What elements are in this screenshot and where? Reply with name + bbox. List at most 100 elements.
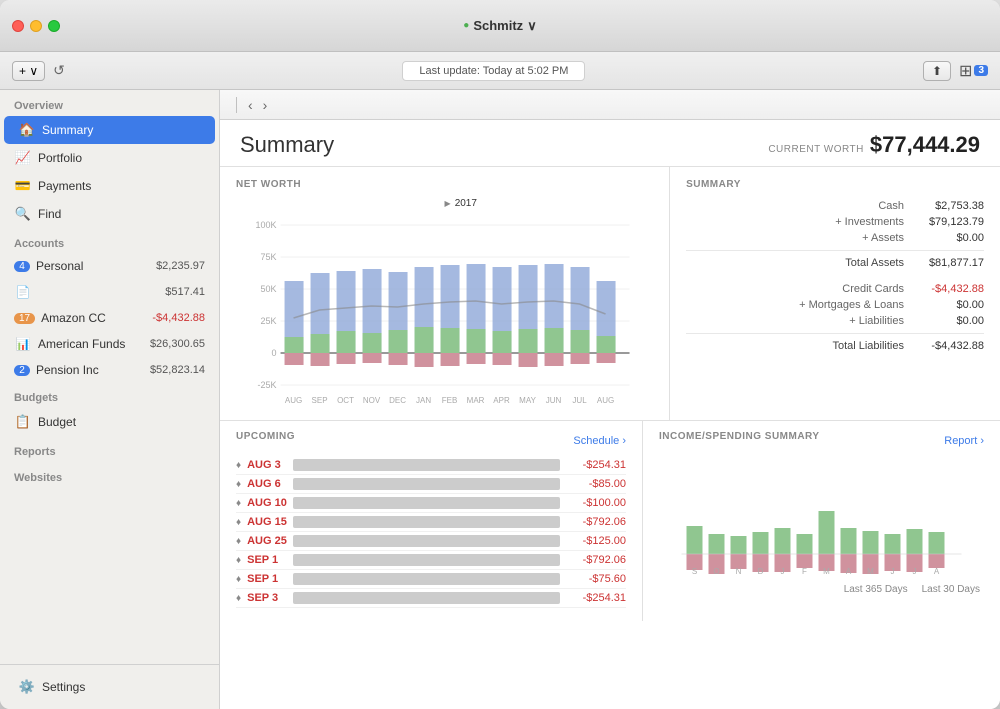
upcoming-row-2: ♦ AUG 6 ████████████████ -$85.00: [236, 475, 626, 494]
upcoming-arrow-icon-7: ♦: [236, 574, 241, 585]
summary-row-mortgages: + Mortgages & Loans $0.00: [686, 297, 984, 313]
svg-text:O: O: [713, 567, 719, 576]
pension-badge: 2: [14, 365, 30, 376]
settings-label: Settings: [42, 680, 201, 694]
upcoming-arrow-icon-3: ♦: [236, 498, 241, 509]
income-chart-svg: S O N D: [659, 456, 984, 576]
payments-icon: 💳: [14, 177, 32, 195]
upcoming-amount-7: -$75.60: [566, 573, 626, 585]
total-assets-value: $81,877.17: [904, 257, 984, 269]
upcoming-date-5: AUG 25: [247, 535, 287, 547]
upcoming-arrow-icon-4: ♦: [236, 517, 241, 528]
upcoming-panel: UPCOMING Schedule › ♦ AUG 3 ████████████…: [220, 421, 643, 621]
svg-text:NOV: NOV: [363, 396, 381, 405]
upcoming-arrow-icon-6: ♦: [236, 555, 241, 566]
american-funds-value: $26,300.65: [150, 338, 205, 350]
upcoming-amount-8: -$254.31: [566, 592, 626, 604]
sidebar-item-unknown[interactable]: 📄 $517.41: [0, 278, 219, 306]
upcoming-date-2: AUG 6: [247, 478, 287, 490]
upcoming-desc-4: ████████████: [293, 516, 560, 528]
sidebar-item-budget[interactable]: 📋 Budget: [0, 408, 219, 436]
budget-label: Budget: [38, 415, 205, 429]
assets-label: + Assets: [686, 232, 904, 244]
app-title[interactable]: ● Schmitz ∨: [463, 18, 536, 34]
last-365-btn[interactable]: Last 365 Days: [840, 583, 912, 596]
upcoming-arrow-icon-8: ♦: [236, 593, 241, 604]
summary-table: Cash $2,753.38 + Investments $79,123.79 …: [686, 198, 984, 354]
summary-panel: SUMMARY Cash $2,753.38 + Investments $79…: [670, 167, 1000, 420]
upcoming-row-4: ♦ AUG 15 ████████████ -$792.06: [236, 513, 626, 532]
maximize-button[interactable]: [48, 20, 60, 32]
last-update-text: Last update: Today at 5:02 PM: [419, 65, 568, 77]
svg-text:S: S: [692, 567, 697, 576]
budget-icon: 📋: [14, 413, 32, 431]
content-area: ‹ › Summary CURRENT WORTH $77,444.29: [220, 90, 1000, 709]
app-name-label: Schmitz: [473, 18, 523, 33]
mortgages-label: + Mortgages & Loans: [686, 299, 904, 311]
sidebar-item-portfolio[interactable]: 📈 Portfolio: [0, 144, 219, 172]
upcoming-arrow-icon-2: ♦: [236, 479, 241, 490]
net-worth-panel: NET WORTH 2017 100K 75K 50K 25K: [220, 167, 670, 420]
upcoming-amount-3: -$100.00: [566, 497, 626, 509]
upcoming-row-5: ♦ AUG 25 ████████████████████████████ -$…: [236, 532, 626, 551]
svg-text:AUG: AUG: [597, 396, 614, 405]
refresh-button[interactable]: ↺: [53, 62, 65, 79]
svg-text:M: M: [823, 567, 830, 576]
sidebar-item-pension[interactable]: 2 Pension Inc $52,823.14: [0, 358, 219, 382]
sidebar-item-american-funds[interactable]: 📊 American Funds $26,300.65: [0, 330, 219, 358]
close-button[interactable]: [12, 20, 24, 32]
find-icon: 🔍: [14, 205, 32, 223]
add-button[interactable]: + ∨: [12, 61, 45, 81]
net-worth-chart: 2017 100K 75K 50K 25K 0 -25K: [236, 198, 653, 408]
sidebar-bottom: ⚙️ Settings: [0, 664, 219, 709]
sidebar-item-amazon[interactable]: 17 Amazon CC -$4,432.88: [0, 306, 219, 330]
traffic-lights: [12, 20, 60, 32]
svg-text:FEB: FEB: [442, 396, 458, 405]
summary-row-credit: Credit Cards -$4,432.88: [686, 281, 984, 297]
content-toolbar: ‹ ›: [220, 90, 1000, 120]
upcoming-header: UPCOMING Schedule ›: [236, 431, 626, 450]
back-button[interactable]: ‹: [245, 97, 256, 113]
svg-text:J: J: [913, 567, 917, 576]
websites-section-label: Websites: [0, 462, 219, 488]
sidebar-item-personal[interactable]: 4 Personal $2,235.97: [0, 254, 219, 278]
schedule-link[interactable]: Schedule ›: [573, 435, 626, 447]
report-link[interactable]: Report ›: [944, 435, 984, 447]
last-30-btn[interactable]: Last 30 Days: [918, 583, 984, 596]
app-window: ● Schmitz ∨ + ∨ ↺ Last update: Today at …: [0, 0, 1000, 709]
cash-value: $2,753.38: [904, 200, 984, 212]
payments-label: Payments: [38, 179, 205, 193]
upcoming-amount-4: -$792.06: [566, 516, 626, 528]
status-dot: ●: [463, 20, 469, 31]
upcoming-date-1: AUG 3: [247, 459, 287, 471]
american-funds-icon: 📊: [14, 335, 32, 353]
upcoming-amount-1: -$254.31: [566, 459, 626, 471]
toolbar: + ∨ ↺ Last update: Today at 5:02 PM ⬆ ⊞ …: [0, 52, 1000, 90]
upcoming-row-3: ♦ AUG 10 █████████████████████ -$100.00: [236, 494, 626, 513]
sidebar-item-find[interactable]: 🔍 Find: [0, 200, 219, 228]
svg-text:D: D: [758, 567, 764, 576]
upcoming-desc-6: ███████████████: [293, 554, 560, 566]
bottom-panels: UPCOMING Schedule › ♦ AUG 3 ████████████…: [220, 421, 1000, 621]
upcoming-amount-2: -$85.00: [566, 478, 626, 490]
upcoming-date-3: AUG 10: [247, 497, 287, 509]
svg-text:MAY: MAY: [519, 396, 536, 405]
credit-label: Credit Cards: [686, 283, 904, 295]
accounts-section-label: Accounts: [0, 228, 219, 254]
upcoming-desc-7: ████████████████████████████████████: [293, 573, 560, 585]
export-button[interactable]: ⬆: [923, 61, 951, 81]
total-assets-label: Total Assets: [686, 257, 904, 269]
personal-badge: 4: [14, 261, 30, 272]
minimize-button[interactable]: [30, 20, 42, 32]
toolbar-update-area: Last update: Today at 5:02 PM: [73, 61, 915, 81]
current-worth-value: $77,444.29: [870, 132, 980, 158]
svg-text:JUN: JUN: [546, 396, 562, 405]
income-label: INCOME/SPENDING SUMMARY: [659, 431, 820, 442]
total-liabilities-label: Total Liabilities: [686, 340, 904, 352]
sidebar-item-summary[interactable]: 🏠 Summary: [4, 116, 215, 144]
net-worth-label: NET WORTH: [236, 179, 653, 190]
sidebar-item-payments[interactable]: 💳 Payments: [0, 172, 219, 200]
budgets-section-label: Budgets: [0, 382, 219, 408]
forward-button[interactable]: ›: [260, 97, 271, 113]
sidebar-item-settings[interactable]: ⚙️ Settings: [4, 673, 215, 701]
